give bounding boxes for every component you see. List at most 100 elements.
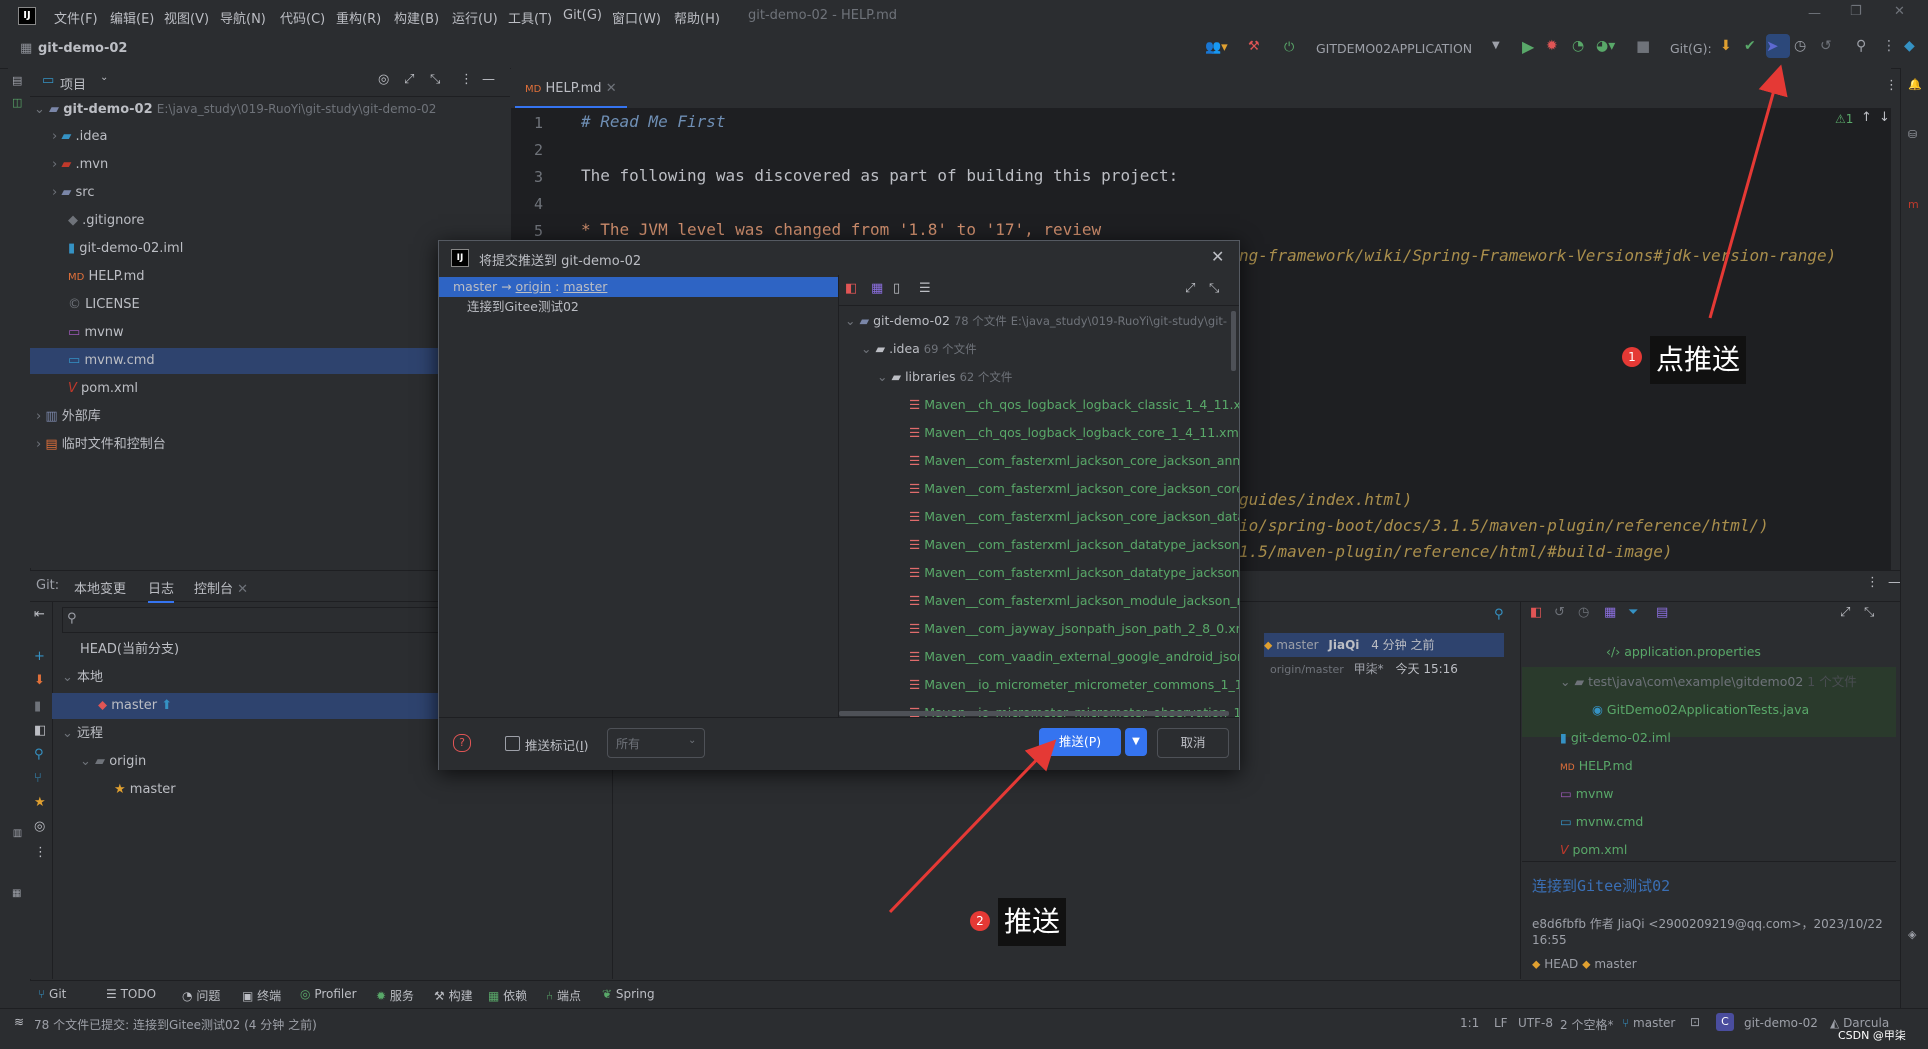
branch-icon[interactable]: ⑂ xyxy=(34,771,42,786)
history-icon[interactable]: ◷ xyxy=(1578,605,1589,620)
profile-icon[interactable]: ◕▾ xyxy=(1596,38,1615,54)
toolbar-project-name[interactable]: git-demo-02 xyxy=(38,41,127,56)
branch-head[interactable]: HEAD(当前分支) xyxy=(80,637,179,663)
code-line[interactable]: ng-framework/wiki/Spring-Framework-Versi… xyxy=(1239,246,1836,265)
menu-help[interactable]: 帮助(H) xyxy=(674,8,720,27)
tool-services[interactable]: ✹ 服务 xyxy=(376,987,414,1004)
database-icon[interactable]: ⛁ xyxy=(1908,128,1917,141)
project-tool-icon[interactable]: ▤ xyxy=(12,74,22,87)
search-icon[interactable]: ⚲ xyxy=(1856,38,1866,54)
locate-icon[interactable]: ◎ xyxy=(378,72,389,87)
menu-tools[interactable]: 工具(T) xyxy=(508,8,552,27)
menu-file[interactable]: 文件(F) xyxy=(54,8,98,27)
code-line[interactable]: io/spring-boot/docs/3.1.5/maven-plugin/r… xyxy=(1239,516,1769,535)
favorite-icon[interactable]: ★ xyxy=(34,795,46,810)
push-remote-link[interactable]: origin xyxy=(516,279,552,294)
status-line-separator[interactable]: LF xyxy=(1494,1016,1508,1030)
tool-endpoints[interactable]: ⑃ 端点 xyxy=(546,987,581,1004)
folder-libraries[interactable]: ⌄ ▰ libraries 62 个文件 xyxy=(877,363,1012,391)
tree-item[interactable]: ▮ git-demo-02.iml xyxy=(68,236,183,262)
log-row[interactable]: origin/master 甲柒* 今天 15:16 xyxy=(1270,657,1504,681)
file-icon[interactable]: ▯ xyxy=(893,281,900,296)
menu-git[interactable]: Git(G) xyxy=(563,8,602,23)
file-item[interactable]: ☰ Maven__com_fasterxml_jackson_datatype_… xyxy=(909,531,1239,559)
changed-file[interactable]: MD HELP.md xyxy=(1560,753,1633,779)
tab-help-md[interactable]: MD HELP.md ✕ xyxy=(515,72,627,108)
build-hammer-icon[interactable]: ⚒ xyxy=(1248,39,1260,54)
notifications-icon[interactable]: 🔔 xyxy=(1908,78,1922,91)
tree-item[interactable]: MD HELP.md xyxy=(68,264,145,290)
coverage-icon[interactable]: ◔ xyxy=(1572,38,1584,54)
tree-item[interactable]: › ▥ 外部库 xyxy=(36,404,101,430)
tree-root[interactable]: ⌄ ▰ git-demo-02 E:\java_study\019-RuoYi\… xyxy=(34,96,504,122)
file-item[interactable]: ☰ Maven__com_fasterxml_jackson_core_jack… xyxy=(909,447,1239,475)
log-row[interactable]: ⬥ master JiaQi 4 分钟 之前 xyxy=(1264,633,1504,657)
file-item[interactable]: ☰ Maven__io_micrometer_micrometer_common… xyxy=(909,671,1239,699)
commit-tool-icon[interactable]: ◫ xyxy=(12,96,22,109)
menu-build[interactable]: 构建(B) xyxy=(394,8,439,27)
code-line[interactable]: The following was discovered as part of … xyxy=(581,166,1178,185)
collapse-icon[interactable]: ⤡ xyxy=(1209,281,1219,296)
inspection-indicator[interactable]: ⚠1 xyxy=(1835,112,1853,126)
push-target-row[interactable]: master → origin : master xyxy=(439,277,838,297)
tool-spring[interactable]: ❦ Spring xyxy=(602,987,655,1001)
settings-icon[interactable]: ◎ xyxy=(34,819,45,834)
close-window-icon[interactable]: ✕ xyxy=(1894,4,1905,19)
maximize-icon[interactable]: ❐ xyxy=(1850,4,1862,19)
compare-icon[interactable]: ◧ xyxy=(34,723,46,738)
commit-item[interactable]: 连接到Gitee测试02 xyxy=(467,297,579,317)
lock-icon[interactable]: ⊡ xyxy=(1690,1015,1700,1029)
tool-problems[interactable]: ◔ 问题 xyxy=(182,987,220,1004)
options-icon[interactable]: ⋮ xyxy=(460,72,473,87)
push-target-branch-link[interactable]: master xyxy=(563,279,607,294)
push-button[interactable]: 推送(P) xyxy=(1039,728,1121,756)
layout-icon[interactable]: ▤ xyxy=(1656,605,1668,620)
tool-dependencies[interactable]: ▦ 依赖 xyxy=(488,987,527,1004)
group-icon[interactable]: ▦ xyxy=(871,281,883,296)
rollback-icon[interactable]: ↺ xyxy=(1820,38,1832,54)
search-icon[interactable]: ⚲ xyxy=(1494,607,1504,622)
file-item[interactable]: ☰ Maven__com_jayway_jsonpath_json_path_2… xyxy=(909,615,1239,643)
layers-icon[interactable]: ≋ xyxy=(14,1015,24,1029)
tree-item[interactable]: V pom.xml xyxy=(68,376,138,402)
delete-icon[interactable]: ▮ xyxy=(34,699,41,714)
close-icon[interactable]: ✕ xyxy=(237,582,248,597)
update-icon[interactable]: ⬇ xyxy=(34,673,45,688)
branch-group-remote[interactable]: ⌄ 远程 xyxy=(62,721,103,747)
menu-window[interactable]: 窗口(W) xyxy=(612,8,661,27)
vertical-scrollbar[interactable] xyxy=(1231,311,1236,371)
close-icon[interactable]: ✕ xyxy=(606,81,617,96)
file-item[interactable]: ☰ Maven__com_fasterxml_jackson_datatype_… xyxy=(909,559,1239,587)
file-item[interactable]: ☰ Maven__com_fasterxml_jackson_core_jack… xyxy=(909,475,1239,503)
code-line[interactable]: # Read Me First xyxy=(581,112,726,131)
branch-search-input[interactable]: ⚲ xyxy=(62,607,468,633)
menu-navigate[interactable]: 导航(N) xyxy=(220,8,266,27)
tool-profiler[interactable]: ◎ Profiler xyxy=(300,987,357,1001)
menu-refactor[interactable]: 重构(R) xyxy=(336,8,381,27)
tool-build[interactable]: ⚒ 构建 xyxy=(434,987,473,1004)
code-line[interactable]: 1.5/maven-plugin/reference/html/#build-i… xyxy=(1239,542,1672,561)
glass-code-icon[interactable]: ◈ xyxy=(1908,928,1916,941)
group-icon[interactable]: ▦ xyxy=(1604,605,1616,620)
diff-icon[interactable]: ◧ xyxy=(1530,605,1542,620)
settings-icon[interactable]: ⋮ xyxy=(1882,38,1896,54)
status-message[interactable]: 78 个文件已提交: 连接到Gitee测试02 (4 分钟 之前) xyxy=(34,1016,317,1033)
jetbrains-ai-icon[interactable]: ◆ xyxy=(1904,38,1915,54)
bookmarks-tool-icon[interactable]: ▦ xyxy=(12,888,21,899)
tree-item[interactable]: › ▰ .idea xyxy=(52,124,107,150)
tree-item[interactable]: ◆ .gitignore xyxy=(68,208,144,234)
changed-file[interactable]: ◉ GitDemo02ApplicationTests.java xyxy=(1592,697,1809,723)
folder-idea[interactable]: ⌄ ▰ .idea 69 个文件 xyxy=(861,335,977,363)
search-icon[interactable]: ⚲ xyxy=(34,747,44,762)
run-icon[interactable]: ▶ xyxy=(1522,37,1534,56)
git-commit-icon[interactable]: ✔ xyxy=(1744,38,1756,54)
stop-icon[interactable]: ■ xyxy=(1636,37,1650,55)
code-line[interactable]: * The JVM level was changed from '1.8' t… xyxy=(581,220,1101,239)
git-update-icon[interactable]: ⬇ xyxy=(1720,38,1732,54)
arrow-up-icon[interactable]: ↑ xyxy=(1861,110,1872,125)
tree-item[interactable]: © LICENSE xyxy=(68,292,140,318)
changed-folder[interactable]: ⌄ ▰ test\java\com\example\gitdemo02 1 个文… xyxy=(1560,669,1857,695)
tree-item[interactable]: › ▤ 临时文件和控制台 xyxy=(36,432,166,458)
file-item[interactable]: ☰ Maven__com_fasterxml_jackson_module_ja… xyxy=(909,587,1239,615)
options-icon[interactable]: ⋮ xyxy=(1866,575,1879,590)
